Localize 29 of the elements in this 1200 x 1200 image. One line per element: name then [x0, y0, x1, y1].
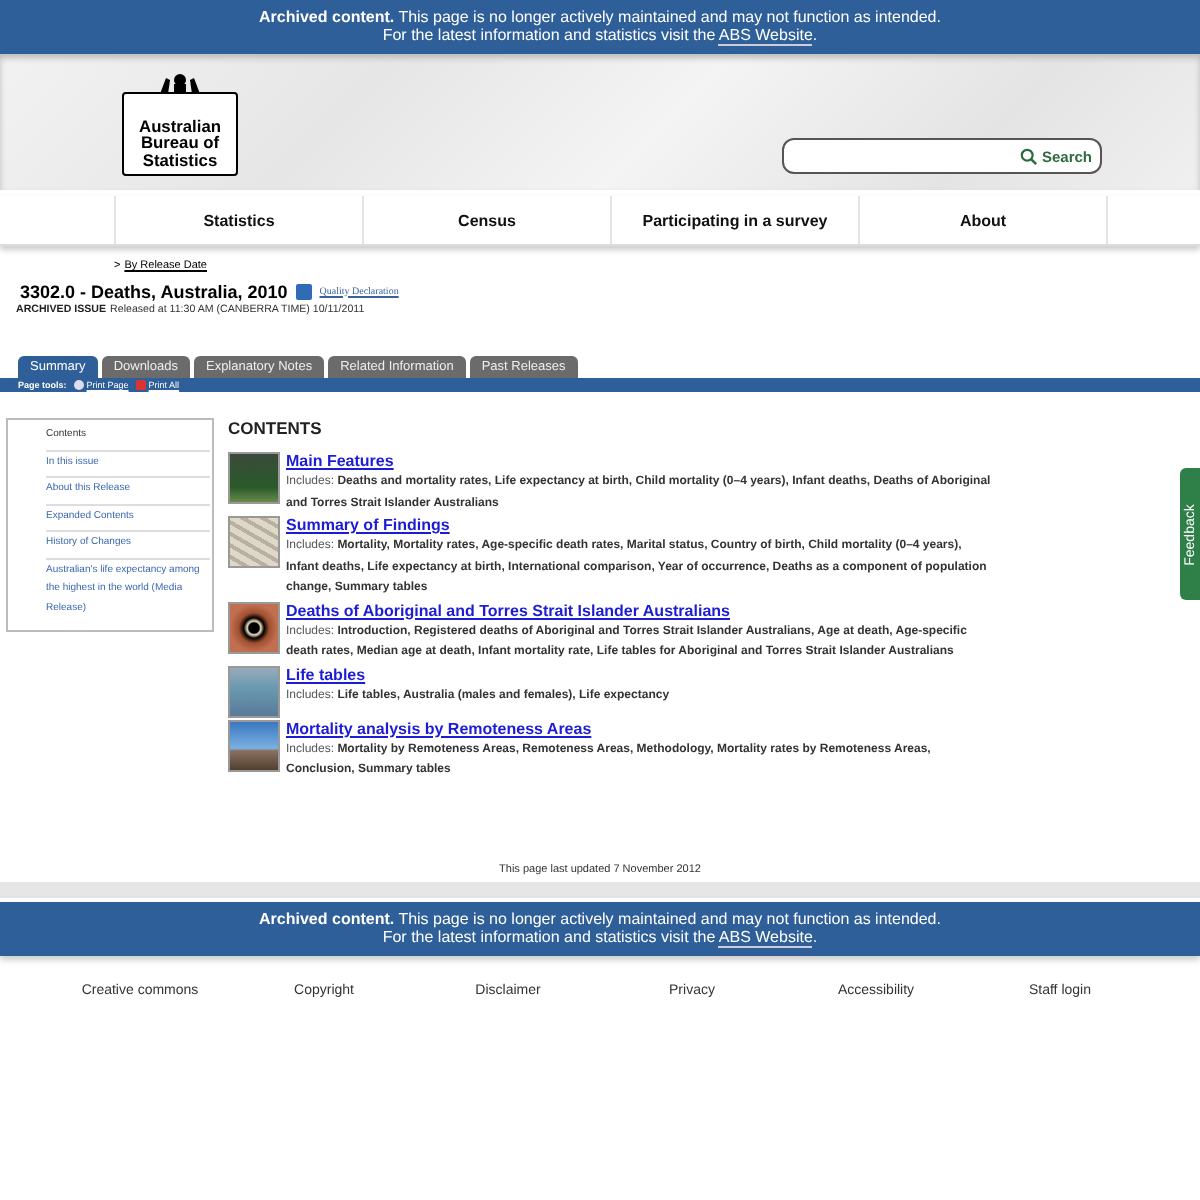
logo-text: Australian: [139, 117, 221, 135]
nav-item[interactable]: Participating in a survey: [610, 196, 858, 244]
notice-text: Archived content. This page is no longer actively maintained and may not function as intended.: [259, 8, 941, 26]
photo-placeholder: [228, 516, 280, 568]
notice-text: Archived content. This page is no longer actively maintained and may not function as intended.: [259, 909, 941, 927]
printer-icon: [74, 380, 85, 390]
search-icon: [1019, 147, 1038, 165]
logo-text: Bureau of: [140, 134, 220, 152]
photo-placeholder: [228, 719, 280, 771]
photo-placeholder: [228, 665, 280, 717]
photo-placeholder: [228, 452, 280, 504]
photo-placeholder: [228, 601, 280, 653]
content-link[interactable]: Summary of Findings: [286, 516, 992, 536]
page-title: 3302.0 - Deaths, Australia, 2010: [20, 282, 288, 302]
content-link[interactable]: Main Features: [286, 452, 992, 472]
logo-text: Statistics: [142, 151, 218, 168]
info-icon: [295, 284, 312, 300]
notice-text: For the latest information and statistics visit the ABS Website.: [382, 26, 818, 44]
abs-website-link[interactable]: ABS Website: [718, 26, 813, 46]
content-link[interactable]: Mortality analysis by Remoteness Areas: [286, 719, 992, 739]
nav-item[interactable]: Statistics: [114, 196, 362, 244]
notice-text: For the latest information and statistics visit the ABS Website.: [382, 927, 818, 945]
content-link[interactable]: Deaths of Aboriginal and Torres Strait Islander Australians: [286, 601, 992, 621]
nav-item[interactable]: Census: [362, 196, 610, 244]
nav-item[interactable]: About: [858, 196, 1108, 244]
contents-heading: CONTENTS: [228, 418, 324, 438]
document-icon: [136, 380, 147, 390]
content-link[interactable]: Life tables: [286, 665, 670, 685]
abs-website-link[interactable]: ABS Website: [718, 927, 813, 947]
